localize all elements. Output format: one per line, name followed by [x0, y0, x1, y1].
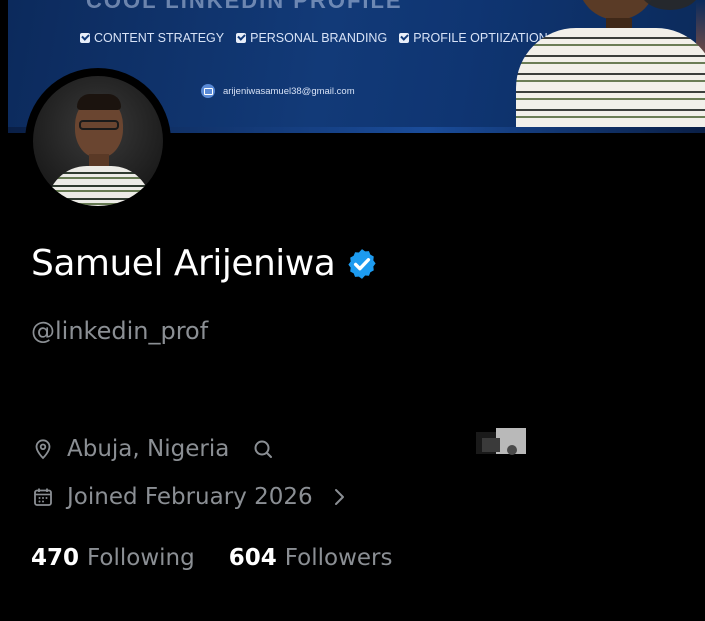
avatar-image [33, 76, 163, 206]
link-icon[interactable] [251, 437, 275, 461]
profile-joined-row[interactable]: Joined February 2026 [31, 480, 349, 514]
profile-location-row: Abuja, Nigeria [31, 432, 275, 466]
banner-portrait [516, 0, 705, 133]
profile-follow-stats: 470 Following 604 Followers [31, 541, 392, 575]
location-pin-icon [35, 439, 51, 460]
banner-tag-label: PERSONAL BRANDING [250, 31, 388, 45]
profile-name: Samuel Arijeniwa [31, 243, 336, 284]
chevron-right-icon[interactable] [331, 486, 349, 508]
followers-count: 604 [228, 545, 277, 571]
calendar-icon [34, 488, 52, 506]
following-count: 470 [31, 545, 80, 571]
profile-joined: Joined February 2026 [67, 484, 313, 510]
banner-email: arijeniwasamuel38@gmail.com [201, 84, 355, 98]
banner-headline: COOL LINKEDIN PROFILE [86, 0, 403, 13]
banner-tag-label: CONTENT STRATEGY [94, 31, 225, 45]
verified-badge-icon[interactable] [345, 247, 379, 281]
following-label: Following [87, 545, 195, 571]
checkbox-icon [236, 33, 247, 43]
banner-email-text: arijeniwasamuel38@gmail.com [223, 85, 355, 97]
followers-link[interactable]: 604 Followers [229, 541, 393, 575]
checkbox-icon [399, 33, 410, 43]
followers-label: Followers [284, 545, 393, 571]
banner-tag: PERSONAL BRANDING [236, 31, 387, 45]
redacted-link-area [476, 428, 526, 455]
checkbox-icon [80, 33, 90, 43]
profile-handle: @linkedin_prof [31, 317, 209, 345]
banner-tag: CONTENT STRATEGY [80, 31, 224, 45]
email-icon [201, 84, 215, 98]
profile-name-row: Samuel Arijeniwa [31, 240, 379, 288]
avatar[interactable] [25, 68, 171, 214]
banner-tags: CONTENT STRATEGY PERSONAL BRANDING PROFI… [80, 31, 548, 45]
profile-location: Abuja, Nigeria [67, 436, 230, 462]
following-link[interactable]: 470 Following [31, 541, 195, 575]
